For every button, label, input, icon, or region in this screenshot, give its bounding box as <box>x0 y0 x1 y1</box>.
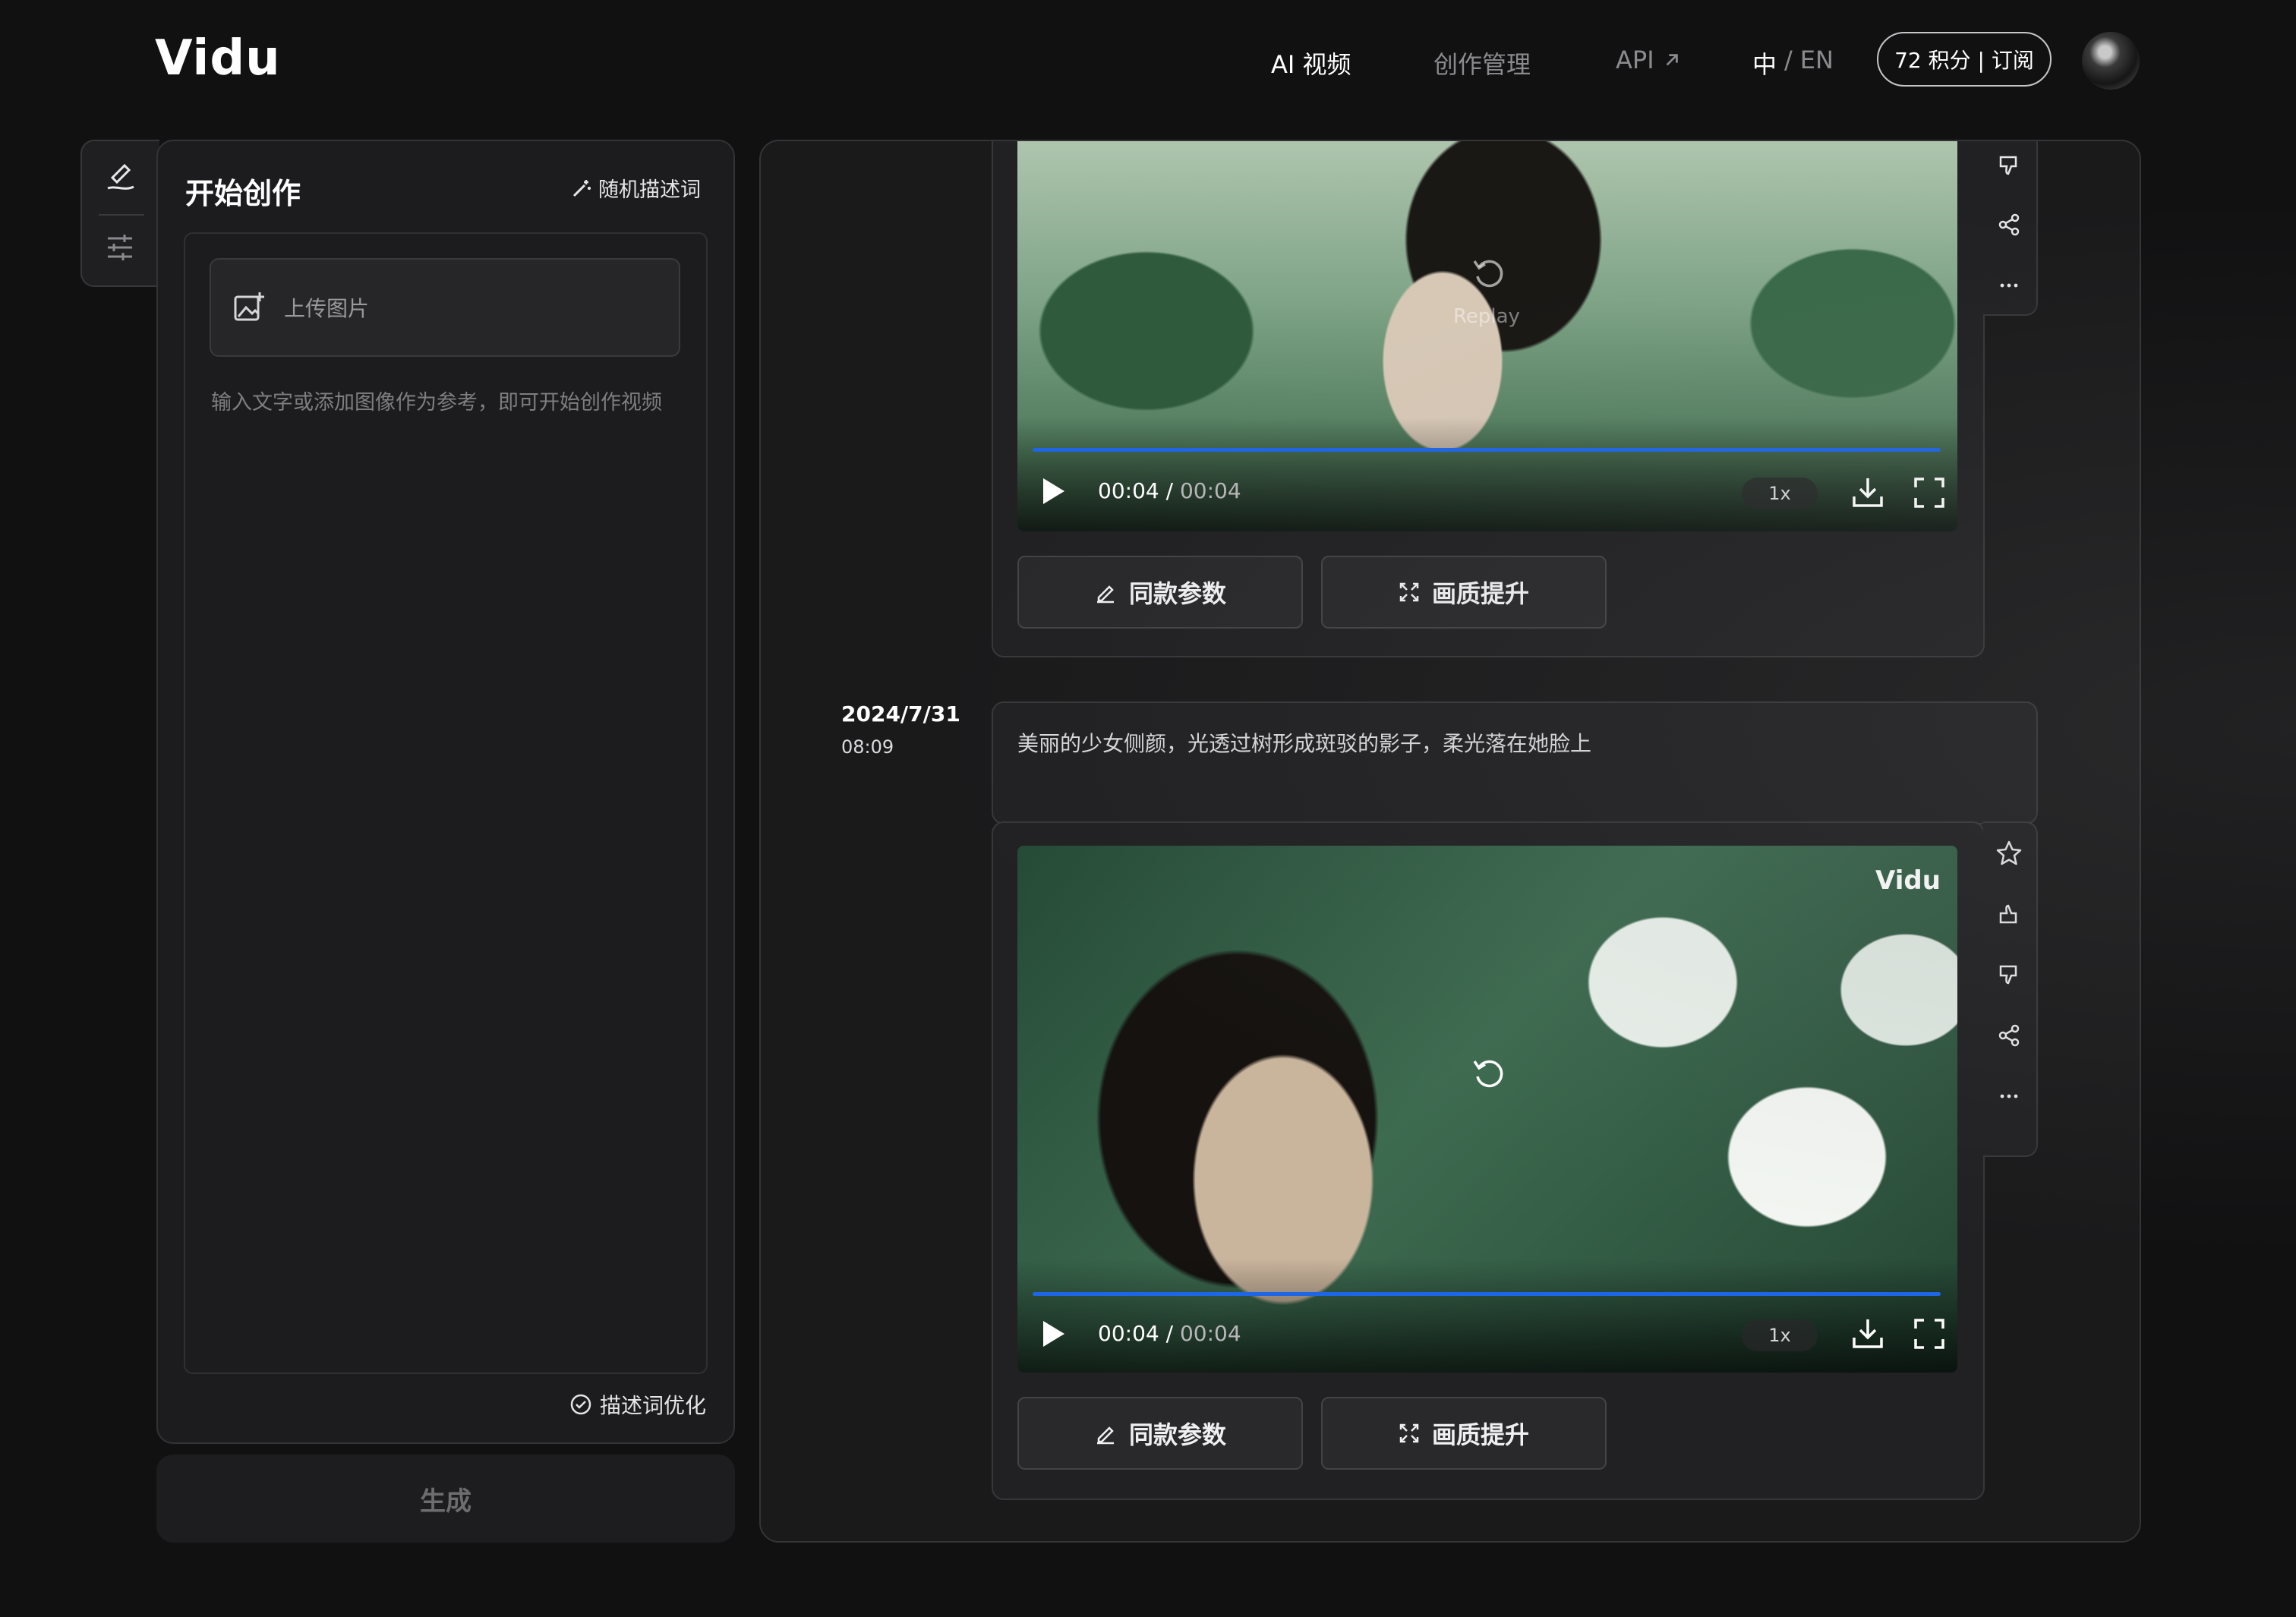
panel-title: 开始创作 <box>185 177 301 210</box>
image-upload-icon <box>234 292 264 321</box>
vidu-watermark: Vidu <box>1875 865 1941 896</box>
download-icon[interactable] <box>1851 475 1884 509</box>
tool-tab <box>80 140 159 287</box>
more-icon[interactable] <box>1994 270 2024 301</box>
thumbs-down-icon[interactable] <box>1994 960 2024 990</box>
fullscreen-icon[interactable] <box>1913 1318 1945 1350</box>
star-icon[interactable] <box>1994 838 2024 868</box>
nav-ai-video[interactable]: AI 视频 <box>1271 46 1351 80</box>
duration: 00:04 <box>1179 478 1241 503</box>
random-prompt-label: 随机描述词 <box>598 178 701 202</box>
video-controls-gradient <box>1017 1259 1957 1373</box>
upload-image-button[interactable]: 上传图片 <box>210 258 680 357</box>
magic-wand-icon <box>572 179 591 197</box>
upscale-label: 画质提升 <box>1431 1420 1529 1449</box>
logo[interactable]: Vidu <box>155 30 281 87</box>
same-params-button[interactable]: 同款参数 <box>1017 1397 1303 1470</box>
results-panel: Replay 00:04 / 00:04 1x 同款参数 画质提升 2024/7… <box>759 140 2141 1543</box>
result-2-prompt-card <box>992 701 2038 824</box>
lang-separator: / <box>1784 46 1793 74</box>
video-progress-bar[interactable] <box>1033 1292 1941 1296</box>
play-icon[interactable] <box>1040 1319 1066 1348</box>
result-1-side-actions <box>1983 141 2038 316</box>
sliders-icon[interactable] <box>103 231 137 264</box>
result-2-video[interactable]: Vidu 00:04 / 00:04 1x <box>1017 846 1957 1373</box>
video-time: 00:04 / 00:04 <box>1098 1321 1241 1346</box>
replay-icon[interactable] <box>1470 255 1506 292</box>
tool-tab-divider <box>99 214 144 216</box>
result-2-time: 08:09 <box>841 736 894 758</box>
share-icon[interactable] <box>1994 1020 2024 1051</box>
playback-speed[interactable]: 1x <box>1742 478 1818 509</box>
same-params-label: 同款参数 <box>1128 579 1226 608</box>
prompt-hint: 输入文字或添加图像作为参考，即可开始创作视频 <box>211 391 662 414</box>
replay-icon[interactable] <box>1470 1055 1506 1092</box>
nav-creation-management[interactable]: 创作管理 <box>1433 46 1531 80</box>
time-separator: / <box>1165 1321 1174 1346</box>
nav-api[interactable]: API <box>1616 46 1680 74</box>
result-1-video[interactable]: Replay 00:04 / 00:04 1x <box>1017 141 1957 531</box>
upscale-button[interactable]: 画质提升 <box>1321 556 1607 629</box>
check-circle-icon <box>570 1394 591 1415</box>
avatar[interactable] <box>2082 32 2140 90</box>
generate-button[interactable]: 生成 <box>156 1455 735 1543</box>
same-params-label: 同款参数 <box>1128 1420 1226 1449</box>
upscale-label: 画质提升 <box>1431 579 1529 608</box>
duration: 00:04 <box>1179 1321 1241 1346</box>
expand-icon <box>1399 582 1419 602</box>
replay-label: Replay <box>1453 305 1520 328</box>
fullscreen-icon[interactable] <box>1913 477 1945 509</box>
more-icon[interactable] <box>1994 1081 2024 1111</box>
nav-api-label: API <box>1616 46 1654 74</box>
thumbs-up-icon[interactable] <box>1994 899 2024 929</box>
current-time: 00:04 <box>1098 1321 1159 1346</box>
prompt-optimize-toggle[interactable]: 描述词优化 <box>569 1389 706 1420</box>
random-prompt-button[interactable]: 随机描述词 <box>571 173 701 203</box>
share-icon[interactable] <box>1994 210 2024 240</box>
same-params-button[interactable]: 同款参数 <box>1017 556 1303 629</box>
lang-en[interactable]: EN <box>1800 46 1834 80</box>
edit-icon <box>1096 1426 1114 1445</box>
playback-speed[interactable]: 1x <box>1742 1319 1818 1351</box>
language-switch[interactable]: 中 / EN <box>1752 46 1834 80</box>
result-2-prompt: 美丽的少女侧颜，光透过树形成斑驳的影子，柔光落在她脸上 <box>1017 731 1592 756</box>
external-link-icon <box>1666 54 1678 66</box>
current-time: 00:04 <box>1098 478 1159 503</box>
prompt-optimize-label: 描述词优化 <box>600 1393 707 1418</box>
expand-icon <box>1399 1423 1419 1443</box>
time-separator: / <box>1165 478 1174 503</box>
edit-icon <box>1096 585 1114 604</box>
brush-icon[interactable] <box>102 158 140 196</box>
video-controls-gradient <box>1017 418 1957 531</box>
thumbs-down-icon[interactable] <box>1994 150 2024 181</box>
video-time: 00:04 / 00:04 <box>1098 478 1241 503</box>
upload-image-label: 上传图片 <box>284 296 370 321</box>
download-icon[interactable] <box>1851 1316 1884 1350</box>
play-icon[interactable] <box>1040 477 1066 506</box>
video-progress-bar[interactable] <box>1033 448 1941 452</box>
upscale-button[interactable]: 画质提升 <box>1321 1397 1607 1470</box>
result-2-side-actions <box>1983 821 2038 1157</box>
lang-zh[interactable]: 中 <box>1752 46 1777 80</box>
credits-subscribe-button[interactable]: 72 积分 | 订阅 <box>1877 32 2052 87</box>
result-2-date: 2024/7/31 <box>841 701 960 727</box>
